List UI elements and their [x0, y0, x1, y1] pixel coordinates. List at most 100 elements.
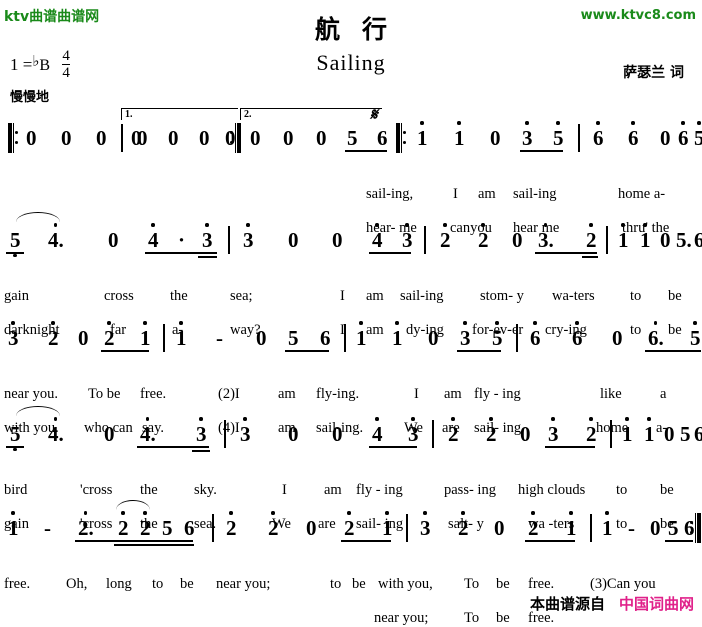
lyric: sea; — [230, 288, 253, 304]
note: 0 — [61, 126, 72, 150]
note: 3 — [408, 417, 419, 446]
note: - — [628, 516, 635, 540]
lyric: To be — [88, 386, 121, 402]
note: 0 — [283, 126, 294, 150]
meter-denominator: 4 — [62, 64, 70, 81]
note: 0 — [250, 126, 261, 150]
note: 3 — [196, 417, 207, 446]
lyric: home a- — [618, 186, 666, 202]
note: 3 — [420, 511, 431, 540]
lyric: be — [660, 482, 674, 498]
beam — [535, 252, 597, 254]
song-title-english: Sailing — [316, 50, 386, 75]
lyric: sky. — [194, 482, 217, 498]
note: 2 — [458, 511, 469, 540]
note: 2 — [268, 511, 279, 540]
lyric: be — [496, 610, 510, 626]
volta-bracket-2: 2. — [240, 108, 382, 120]
barline — [590, 514, 592, 542]
note: 4 — [372, 223, 383, 252]
barline — [578, 124, 580, 152]
note: 6 — [377, 126, 388, 150]
note: 0 — [520, 422, 531, 446]
footer-site-name[interactable]: 中国词曲网 — [619, 595, 694, 613]
beam — [369, 446, 417, 448]
beam — [341, 540, 391, 542]
note: 0 — [612, 326, 623, 350]
time-signature: 4 4 — [62, 49, 70, 81]
note: 2 — [528, 511, 539, 540]
barline — [212, 514, 214, 542]
beam-secondary — [198, 256, 217, 258]
lyric: am — [444, 386, 462, 402]
note: 2 — [478, 223, 489, 252]
note: 1 — [356, 321, 367, 350]
note: 6 — [694, 228, 702, 252]
note: 5 — [668, 516, 679, 540]
lyric-row-5-verse-1: free. Oh, long to be near you; to be wit… — [0, 576, 702, 593]
lyric: near you; — [374, 610, 429, 626]
note-row-4: 5 4. 0 4. 3 3 0 0 4 3 2 2 0 3 2 1 1 0 5 … — [0, 416, 702, 452]
note: 3 — [522, 121, 533, 150]
note: 1 — [566, 511, 577, 540]
lyric: am — [366, 288, 384, 304]
beam — [101, 350, 149, 352]
note: 5 — [347, 126, 358, 150]
note: 0 — [660, 228, 671, 252]
note: 4. — [140, 417, 156, 446]
note: 2 — [104, 321, 115, 350]
note: 0 — [78, 326, 89, 350]
lyric: high clouds — [518, 482, 586, 498]
note: 3 — [548, 417, 559, 446]
meter-numerator: 4 — [62, 48, 70, 64]
lyric-row-4-verse-1: bird 'cross the sky. I am fly - ing pass… — [0, 482, 702, 499]
note: 6 — [694, 422, 702, 446]
lyric: gain — [4, 288, 29, 304]
lyric: to — [616, 482, 628, 498]
lyric: fly - ing — [474, 386, 521, 402]
volta-label-1: 1. — [125, 109, 133, 120]
note: 0 — [104, 422, 115, 446]
note: 5 — [694, 121, 702, 149]
lyric: to — [152, 576, 164, 592]
note-row-3: 3 2 0 2 1 1 - 0 5 6 1 1 0 3 5 6 6 0 6. 5 — [0, 320, 702, 354]
note: 6 — [530, 321, 541, 350]
slur — [116, 500, 150, 510]
note: 5 — [680, 422, 691, 446]
note: 6 — [593, 121, 604, 150]
note: 0 — [490, 126, 501, 150]
lyric-row-1-verse-1: sail-ing, I am sail-ing home a- — [0, 186, 702, 203]
staff-line-1: 1. 2. 𝄋 0 0 0 0 0 0 0 0 0 0 0 5 6 1 1 0 … — [0, 105, 702, 236]
lyric: am — [278, 386, 296, 402]
note-row-5: 1 - 2. 2 2 5 6 2 2 0 2 1 3 2 0 2 1 1 - 0… — [0, 510, 702, 546]
staff-line-3: 3 2 0 2 1 1 - 0 5 6 1 1 0 3 5 6 6 0 6. 5… — [0, 312, 702, 436]
barline — [224, 420, 226, 448]
note: 1 — [454, 121, 465, 150]
note: 4. — [48, 417, 64, 446]
key-signature: 1 =♭B 4 4 — [10, 49, 70, 82]
note: 0 — [660, 126, 671, 150]
staff-line-4: 5 4. 0 4. 3 3 0 0 4 3 2 2 0 3 2 1 1 0 5 … — [0, 406, 702, 532]
beam — [645, 350, 701, 352]
lyric: to — [330, 576, 342, 592]
repeat-start-icon-2 — [396, 123, 406, 153]
note: 1 — [644, 417, 655, 446]
barline — [406, 514, 408, 542]
volta-bracket-1: 1. — [121, 108, 238, 120]
note: 0 — [650, 516, 661, 540]
note: 1 — [176, 321, 187, 350]
note: 2 — [48, 321, 59, 350]
note: - — [44, 516, 51, 540]
lyric: sail-ing — [400, 288, 444, 304]
note: - — [216, 326, 223, 350]
lyric: I — [282, 482, 287, 498]
beam-secondary — [114, 544, 194, 546]
note-row-1: 0 0 0 0 0 0 0 0 0 0 0 5 6 1 1 0 3 5 6 6 … — [0, 120, 702, 154]
barline — [228, 226, 230, 254]
lyric: wa-ters — [552, 288, 595, 304]
lyric: sail-ing, — [366, 186, 414, 202]
note: 5 — [10, 422, 21, 451]
note: 0 — [199, 126, 210, 150]
note: 1 — [618, 223, 629, 252]
key-prefix: 1 = — [10, 54, 33, 74]
